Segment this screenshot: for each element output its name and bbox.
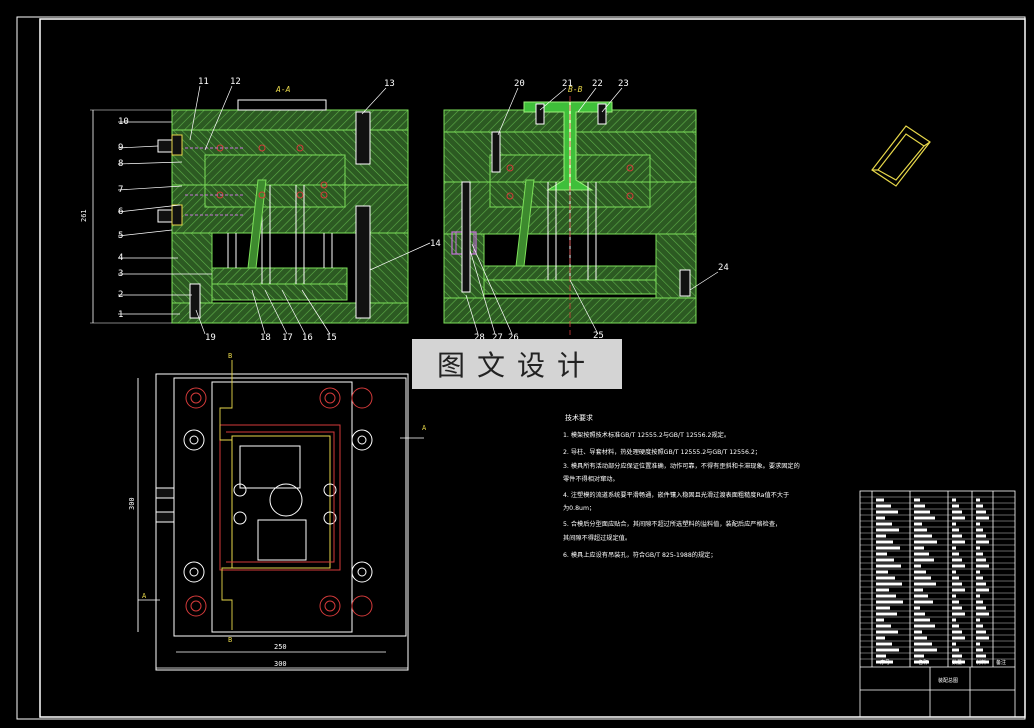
- tech-req-line-5: 4. 注塑模的流道系统要平滑畅通，嵌件镶入稳固且光滑过渡表面粗糙度Ra值不大于: [563, 491, 789, 499]
- section-a-a-view: [90, 99, 409, 324]
- view-marker-b-top: B: [228, 352, 232, 360]
- tech-requirements: 技术要求 1. 模架按照技术标准GB/T 12555.2与GB/T 12556.…: [563, 413, 800, 559]
- part-label-5: 5: [118, 231, 123, 241]
- tech-req-line-4: 零件不得相对窜动。: [563, 475, 619, 483]
- title-col-3: 数量: [952, 659, 962, 666]
- isometric-part-preview: [871, 125, 931, 187]
- part-label-23: 23: [618, 79, 629, 89]
- part-label-9: 9: [118, 143, 123, 153]
- title-block-name: 装配总图: [938, 677, 958, 684]
- tech-req-line-2: 2. 导柱、导套材料，热处理硬度按照GB/T 12555.2与GB/T 1255…: [563, 448, 761, 456]
- view-marker-a-bottom: A: [142, 592, 147, 600]
- part-label-12: 12: [230, 77, 241, 87]
- part-label-1: 1: [118, 310, 123, 320]
- part-label-18: 18: [260, 333, 271, 343]
- dim-height-261: 261: [80, 209, 88, 222]
- part-label-24: 24: [718, 263, 729, 273]
- title-col-4: 材料: [976, 659, 986, 666]
- tech-req-line-3: 3. 模具所有活动部分应保证位置准确，动作可靠，不得有歪斜和卡滞现象。要求固定的: [563, 462, 800, 470]
- dim-outer-width-300: 300: [274, 660, 287, 668]
- part-label-10: 10: [118, 117, 129, 127]
- title-col-1: 序号: [880, 659, 890, 666]
- part-label-22: 22: [592, 79, 603, 89]
- part-label-15: 15: [326, 333, 337, 343]
- part-label-3: 3: [118, 269, 123, 279]
- tech-req-line-8: 其间隙不得超过规定值。: [563, 534, 631, 542]
- part-label-17: 17: [282, 333, 293, 343]
- watermark-banner: 图文设计: [412, 339, 622, 389]
- tech-requirements-title: 技术要求: [565, 413, 593, 422]
- view-marker-a-top: A: [422, 424, 427, 432]
- plan-view: [137, 360, 424, 671]
- part-label-13: 13: [384, 79, 395, 89]
- view-marker-b-bottom: B: [228, 636, 232, 644]
- dim-plan-height-300: 300: [128, 497, 136, 510]
- part-label-7: 7: [118, 185, 123, 195]
- section-a-label: A-A: [275, 85, 291, 94]
- part-label-21: 21: [562, 79, 573, 89]
- part-label-2: 2: [118, 290, 123, 300]
- part-label-11: 11: [198, 77, 209, 87]
- part-label-20: 20: [514, 79, 525, 89]
- title-col-2: 名称: [918, 659, 928, 666]
- section-b-b-view: [443, 96, 697, 335]
- part-label-19: 19: [205, 333, 216, 343]
- tech-req-line-9: 6. 模具上应设有吊装孔，符合GB/T 825-1988的规定；: [563, 551, 717, 559]
- tech-req-line-7: 5. 合模后分型面应贴合，其间隙不超过所选塑料的溢料值，装配后应严格检查，: [563, 520, 781, 528]
- part-label-6: 6: [118, 207, 123, 217]
- part-label-8: 8: [118, 159, 123, 169]
- title-col-5: 备注: [996, 659, 1006, 666]
- part-label-16: 16: [302, 333, 313, 343]
- part-label-4: 4: [118, 253, 123, 263]
- part-label-14: 14: [430, 239, 441, 249]
- dim-inner-width-250: 250: [274, 643, 287, 651]
- tech-req-line-1: 1. 模架按照技术标准GB/T 12555.2与GB/T 12556.2规定。: [563, 431, 730, 439]
- tech-req-line-6: 为0.8um；: [563, 504, 595, 512]
